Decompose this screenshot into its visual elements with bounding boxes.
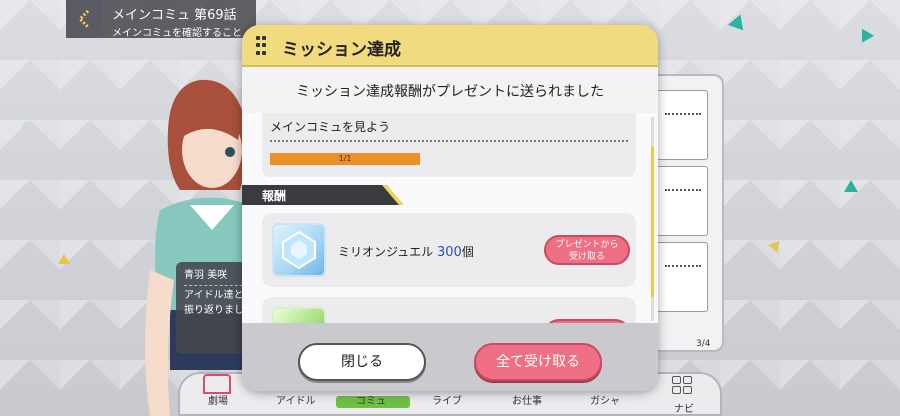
navi-grid-icon (672, 376, 692, 394)
mission-dialog: ミッション達成 ミッション達成報酬がプレゼントに送られました メインコミュを見よ… (242, 25, 658, 391)
scrollbar-thumb[interactable] (651, 147, 654, 297)
nav-item-theater[interactable]: 劇場 (208, 392, 228, 407)
mission-progress-text: 1/1 (338, 154, 352, 163)
nav-item-navi[interactable]: ナビ (674, 400, 694, 415)
receive-from-present-button[interactable]: プレゼントから 受け取る (544, 235, 630, 265)
nav-item-commu[interactable]: コミュ (356, 392, 386, 407)
reward-quantity: 300 (437, 245, 462, 260)
character-name: 青羽 美咲 (184, 268, 248, 286)
reward-section-title: 報酬 (262, 189, 287, 203)
confetti-decoration (58, 254, 70, 264)
side-card[interactable] (656, 90, 708, 160)
page-indicator: 3/4 (696, 339, 711, 349)
reward-name: ミリオンジュエル 300個 (338, 243, 474, 260)
dialog-message: ミッション達成報酬がプレゼントに送られました (296, 84, 604, 100)
side-card[interactable] (656, 166, 708, 236)
mission-card: メインコミュを見よう 1/1 (262, 113, 636, 177)
receive-all-button[interactable]: 全て受け取る (474, 343, 602, 381)
item-icon (272, 307, 326, 323)
chevron-left-icon (77, 9, 90, 29)
back-button[interactable] (66, 0, 102, 38)
theater-icon (203, 374, 231, 394)
jewel-icon (272, 223, 326, 277)
dialogue-text-line: 振り返りまし (184, 305, 244, 316)
close-button[interactable]: 閉じる (298, 343, 426, 381)
reward-item (262, 297, 636, 323)
confetti-decoration (20, 120, 32, 130)
reward-scroll-area[interactable]: メインコミュを見よう 1/1 報酬 ミリオンジュエル 300個 プレゼントから (242, 113, 658, 323)
nav-item-work[interactable]: お仕事 (512, 392, 542, 407)
mission-progress-bar: 1/1 (270, 153, 420, 165)
reward-unit: 個 (461, 245, 474, 259)
side-card[interactable] (656, 242, 708, 312)
confetti-decoration (844, 180, 858, 192)
nav-item-live[interactable]: ライブ (432, 392, 462, 407)
reward-item: ミリオンジュエル 300個 プレゼントから 受け取る (262, 213, 636, 287)
nav-item-gacha[interactable]: ガシャ (590, 392, 620, 407)
grip-icon (256, 36, 266, 56)
receive-button-label: プレゼントから (555, 240, 619, 250)
dialog-title: ミッション達成 (282, 40, 401, 60)
story-title: メインコミュ 第69話 (112, 8, 237, 23)
divider (270, 140, 628, 142)
receive-button-label: 受け取る (568, 252, 605, 262)
mission-name: メインコミュを見よう (270, 120, 391, 134)
dialogue-text-line: アイドル達と (184, 290, 244, 301)
nav-item-idol[interactable]: アイドル (276, 392, 316, 407)
story-subtitle: メインコミュを確認すること (112, 28, 242, 39)
reward-item-name: ミリオンジュエル (338, 245, 434, 259)
